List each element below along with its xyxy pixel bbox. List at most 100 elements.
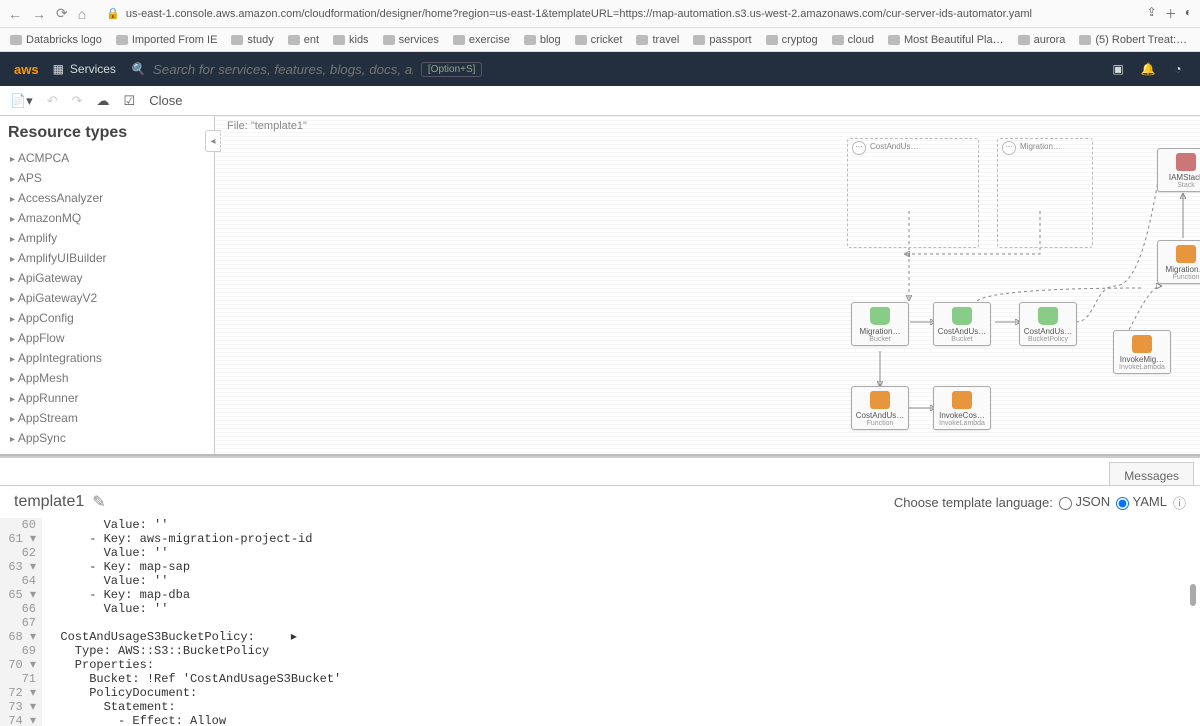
gutter-line: 68 ▾	[0, 630, 36, 644]
share-icon[interactable]: ⇪	[1147, 5, 1157, 22]
code-line[interactable]: PolicyDocument:	[46, 686, 1200, 700]
resource-type-item[interactable]: AppSync	[8, 428, 206, 448]
help-icon[interactable]: ◔	[1170, 61, 1186, 77]
home-icon[interactable]: ⌂	[78, 6, 86, 22]
bookmark-icon	[636, 35, 648, 45]
resource-type-item[interactable]: AccessAnalyzer	[8, 188, 206, 208]
canvas-node[interactable]: IAMStackStack	[1157, 148, 1200, 192]
aws-logo[interactable]: aws	[14, 62, 39, 77]
resource-type-item[interactable]: ACMPCA	[8, 148, 206, 168]
info-icon[interactable]: ⓘ	[1173, 493, 1186, 512]
resource-type-item[interactable]: AppRunner	[8, 388, 206, 408]
code-editor[interactable]: 6061 ▾6263 ▾6465 ▾666768 ▾6970 ▾7172 ▾73…	[0, 518, 1200, 726]
code-line[interactable]: - Key: map-dba	[46, 588, 1200, 602]
code-line[interactable]: Statement:	[46, 700, 1200, 714]
redo-icon[interactable]: ↷	[72, 93, 83, 109]
cloud-upload-icon[interactable]: ☁	[97, 93, 110, 109]
canvas-node[interactable]: CostAndUs…BucketPolicy	[1019, 302, 1077, 346]
code-line[interactable]: - Effect: Allow	[46, 714, 1200, 726]
bookmark-item[interactable]: Most Beautiful Pla…	[888, 34, 1004, 46]
code-line[interactable]: - Key: aws-migration-project-id	[46, 532, 1200, 546]
canvas-container[interactable]: ⋯Migration…	[997, 138, 1093, 248]
resource-type-item[interactable]: APS	[8, 168, 206, 188]
notifications-icon[interactable]: 🔔	[1140, 61, 1156, 77]
bookmark-item[interactable]: exercise	[453, 34, 510, 46]
bookmark-icon	[1018, 35, 1030, 45]
profile-icon[interactable]: ◐	[1185, 5, 1192, 22]
bookmark-icon	[453, 35, 465, 45]
bookmark-item[interactable]: cricket	[575, 34, 623, 46]
bookmark-icon	[1079, 35, 1091, 45]
gutter-line: 63 ▾	[0, 560, 36, 574]
resource-type-item[interactable]: AppConfig	[8, 308, 206, 328]
close-button[interactable]: Close	[149, 93, 182, 108]
services-label: Services	[70, 62, 116, 76]
reload-icon[interactable]: ⟳	[56, 5, 68, 22]
bookmark-item[interactable]: study	[231, 34, 273, 46]
canvas-node[interactable]: InvokeMig…InvokeLambda	[1113, 330, 1171, 374]
services-menu[interactable]: ▦ Services	[53, 62, 116, 76]
editor-scrollbar-thumb[interactable]	[1190, 584, 1196, 606]
canvas-node[interactable]: CostAndUs…Bucket	[933, 302, 991, 346]
canvas-container[interactable]: ⋯CostAndUs…	[847, 138, 979, 248]
canvas-node[interactable]: CostAndUs…Function	[851, 386, 909, 430]
lang-json-option[interactable]: JSON	[1059, 494, 1110, 509]
resource-type-item[interactable]: Amplify	[8, 228, 206, 248]
bookmark-item[interactable]: kids	[333, 34, 369, 46]
cloudshell-icon[interactable]: ▣	[1110, 61, 1126, 77]
validate-icon[interactable]: ☑	[124, 93, 136, 109]
bookmark-item[interactable]: services	[383, 34, 439, 46]
code-line[interactable]: Value: ''	[46, 574, 1200, 588]
bookmark-item[interactable]: travel	[636, 34, 679, 46]
resource-type-item[interactable]: ApiGateway	[8, 268, 206, 288]
bookmark-item[interactable]: Imported From IE	[116, 34, 218, 46]
resource-type-item[interactable]: AppStream	[8, 408, 206, 428]
bookmark-item[interactable]: Databricks logo	[10, 34, 102, 46]
bookmark-item[interactable]: cryptog	[766, 34, 818, 46]
template-name: template1	[14, 493, 84, 511]
resource-type-item[interactable]: ApiGatewayV2	[8, 288, 206, 308]
resource-type-item[interactable]: AmplifyUIBuilder	[8, 248, 206, 268]
plus-icon[interactable]: ＋	[1165, 5, 1177, 22]
aws-search-input[interactable]	[153, 62, 413, 77]
canvas-node[interactable]: Migration…Function	[1157, 240, 1200, 284]
gutter-line: 67	[0, 616, 36, 630]
code-line[interactable]: Type: AWS::S3::BucketPolicy	[46, 644, 1200, 658]
code-line[interactable]: Bucket: !Ref 'CostAndUsageS3Bucket'	[46, 672, 1200, 686]
bookmark-item[interactable]: passport	[693, 34, 751, 46]
language-picker: Choose template language: JSON YAML ⓘ	[894, 493, 1186, 512]
nav-back-icon[interactable]: ←	[8, 6, 22, 22]
code-line[interactable]: CostAndUsageS3BucketPolicy: ▸	[46, 630, 1200, 644]
code-line[interactable]: Value: ''	[46, 546, 1200, 560]
resource-type-item[interactable]: AppFlow	[8, 328, 206, 348]
bookmark-item[interactable]: cloud	[832, 34, 874, 46]
bookmark-icon	[116, 35, 128, 45]
aws-search[interactable]: 🔍 [Option+S]	[130, 62, 1096, 77]
bookmark-icon	[832, 35, 844, 45]
code-line[interactable]: - Key: map-sap	[46, 560, 1200, 574]
resource-type-item[interactable]: AmazonMQ	[8, 208, 206, 228]
code-line[interactable]: Value: ''	[46, 602, 1200, 616]
bookmark-item[interactable]: ent	[288, 34, 319, 46]
canvas-node[interactable]: Migration…Bucket	[851, 302, 909, 346]
code-line[interactable]	[46, 616, 1200, 630]
canvas-node[interactable]: InvokeCos…InvokeLambda	[933, 386, 991, 430]
bookmark-icon	[575, 35, 587, 45]
undo-icon[interactable]: ↶	[47, 93, 58, 109]
designer-canvas[interactable]: File: "template1" ⋯CostAndUs…⋯Migration……	[215, 116, 1200, 454]
code-line[interactable]: Properties:	[46, 658, 1200, 672]
nav-fwd-icon[interactable]: →	[32, 6, 46, 22]
code-line[interactable]: Value: ''	[46, 518, 1200, 532]
url-bar[interactable]: 🔒 us-east-1.console.aws.amazon.com/cloud…	[96, 5, 1136, 22]
edit-icon[interactable]: ✎	[92, 492, 105, 512]
bookmark-item[interactable]: aurora	[1018, 34, 1066, 46]
file-menu-icon[interactable]: 📄▾	[10, 93, 33, 109]
resource-types-sidebar: Resource types ACMPCAAPSAccessAnalyzerAm…	[0, 116, 215, 454]
grid-icon: ▦	[53, 62, 64, 76]
bookmark-item[interactable]: (5) Robert Treat:…	[1079, 34, 1187, 46]
lang-yaml-option[interactable]: YAML	[1116, 494, 1167, 509]
resource-type-item[interactable]: AppIntegrations	[8, 348, 206, 368]
tab-messages[interactable]: Messages	[1109, 462, 1194, 485]
bookmark-item[interactable]: blog	[524, 34, 561, 46]
resource-type-item[interactable]: AppMesh	[8, 368, 206, 388]
